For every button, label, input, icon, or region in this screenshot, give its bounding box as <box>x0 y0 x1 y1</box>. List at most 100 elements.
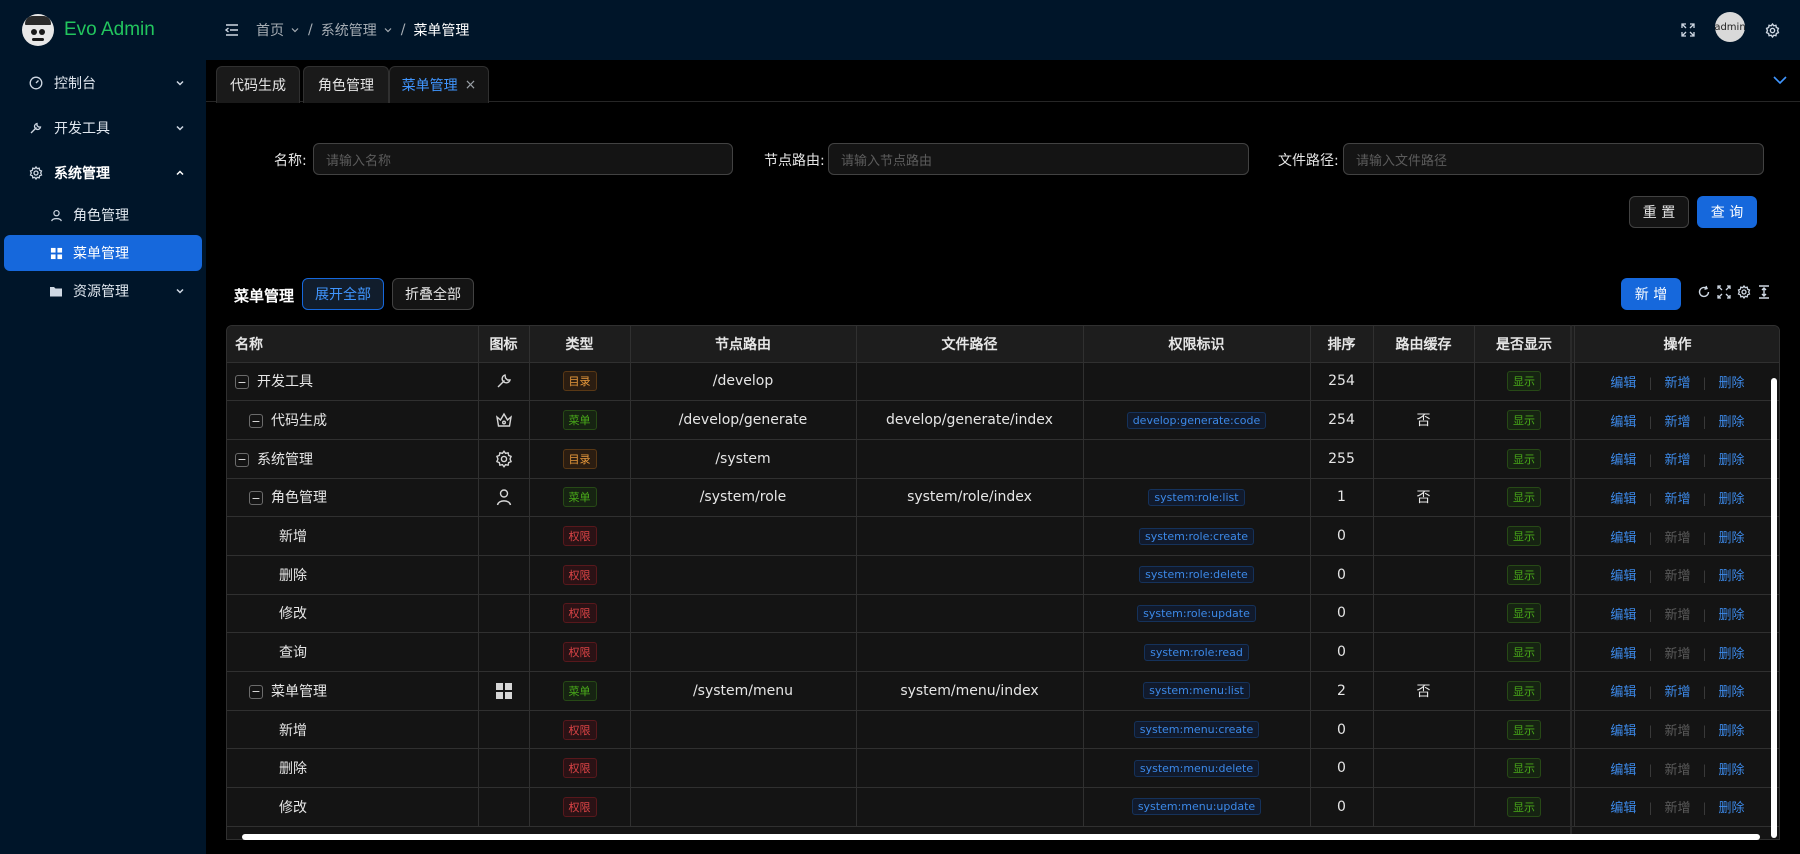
path-input[interactable]: 请输入文件路径 <box>1343 143 1764 175</box>
collapse-toggle[interactable]: − <box>249 491 263 506</box>
add-child-link[interactable]: 新增 <box>1664 724 1690 739</box>
cell-cache: 否 <box>1373 671 1475 711</box>
breadcrumb-home[interactable]: 首页 <box>256 20 284 40</box>
edit-link[interactable]: 编辑 <box>1610 453 1636 468</box>
add-child-link[interactable]: 新增 <box>1664 453 1690 468</box>
delete-link[interactable]: 删除 <box>1719 724 1745 739</box>
delete-link[interactable]: 删除 <box>1719 531 1745 546</box>
folder-icon <box>49 284 63 298</box>
close-icon[interactable]: × <box>465 77 477 93</box>
add-child-link[interactable]: 新增 <box>1664 531 1690 546</box>
add-child-link[interactable]: 新增 <box>1664 415 1690 430</box>
cell-ops: 编辑 | 新增 | 删除 <box>1574 710 1779 750</box>
collapse-all-button[interactable]: 折叠全部 <box>392 278 474 310</box>
delete-link[interactable]: 删除 <box>1719 685 1745 700</box>
settings-icon[interactable] <box>1765 22 1780 38</box>
chevron-down-icon[interactable] <box>290 25 300 35</box>
collapse-toggle[interactable]: − <box>249 414 263 429</box>
sidebar-item-dashboard[interactable]: 控制台 <box>0 60 206 105</box>
gear-icon <box>28 165 44 181</box>
expand-all-button[interactable]: 展开全部 <box>302 278 384 310</box>
delete-link[interactable]: 删除 <box>1719 492 1745 507</box>
add-child-link[interactable]: 新增 <box>1664 376 1690 391</box>
edit-link[interactable]: 编辑 <box>1610 415 1636 430</box>
add-child-link[interactable]: 新增 <box>1664 801 1690 816</box>
add-child-link[interactable]: 新增 <box>1664 763 1690 778</box>
edit-link[interactable]: 编辑 <box>1610 763 1636 778</box>
tab-role[interactable]: 角色管理 <box>303 66 389 103</box>
edit-link[interactable]: 编辑 <box>1610 492 1636 507</box>
logo[interactable]: Evo Admin <box>0 0 206 60</box>
edit-link[interactable]: 编辑 <box>1610 569 1636 584</box>
add-child-link[interactable]: 新增 <box>1664 647 1690 662</box>
name-input[interactable]: 请输入名称 <box>313 143 733 175</box>
edit-link[interactable]: 编辑 <box>1610 647 1636 662</box>
table-row: − 角色管理 菜单/system/role system/role/index syst… <box>227 478 1779 518</box>
route-input[interactable]: 请输入节点路由 <box>828 143 1249 175</box>
menu-fold-icon[interactable] <box>224 22 240 38</box>
sidebar-item-role[interactable]: 角色管理 <box>4 197 202 233</box>
show-tag: 显示 <box>1507 487 1541 508</box>
cell-icon <box>478 710 530 750</box>
delete-link[interactable]: 删除 <box>1719 453 1745 468</box>
delete-link[interactable]: 删除 <box>1719 569 1745 584</box>
horizontal-scrollbar[interactable] <box>242 834 1760 840</box>
cell-name: 修改 <box>227 594 479 634</box>
show-tag: 显示 <box>1507 719 1541 740</box>
delete-link[interactable]: 删除 <box>1719 801 1745 816</box>
sidebar-item-menu[interactable]: 菜单管理 <box>4 235 202 271</box>
cell-route: /develop <box>630 362 857 402</box>
vertical-scrollbar[interactable] <box>1771 378 1777 838</box>
chevron-down-icon[interactable] <box>383 25 393 35</box>
edit-link[interactable]: 编辑 <box>1610 608 1636 623</box>
add-button[interactable]: 新 增 <box>1621 278 1681 310</box>
cell-sort: 254 <box>1310 362 1374 402</box>
cell-sort: 254 <box>1310 400 1374 440</box>
sidebar-item-system[interactable]: 系统管理 <box>0 150 206 195</box>
breadcrumb-system[interactable]: 系统管理 <box>321 20 377 40</box>
edit-link[interactable]: 编辑 <box>1610 801 1636 816</box>
delete-link[interactable]: 删除 <box>1719 376 1745 391</box>
fullscreen-icon[interactable] <box>1681 23 1695 37</box>
menu-name: 新增 <box>279 722 307 739</box>
reload-icon[interactable] <box>1697 285 1711 299</box>
add-child-link[interactable]: 新增 <box>1664 685 1690 700</box>
cell-show: 显示 <box>1474 400 1575 440</box>
collapse-toggle[interactable]: − <box>235 375 249 390</box>
sidebar-item-dev-tools[interactable]: 开发工具 <box>0 105 206 150</box>
type-tag: 权限 <box>562 526 597 547</box>
header-actions: admin <box>1681 12 1780 42</box>
chevron-down-icon[interactable] <box>1772 72 1788 88</box>
delete-link[interactable]: 删除 <box>1719 415 1745 430</box>
collapse-toggle[interactable]: − <box>235 452 249 467</box>
col-cache: 路由缓存 <box>1373 326 1475 363</box>
delete-link[interactable]: 删除 <box>1719 608 1745 623</box>
cell-ops: 编辑 | 新增 | 删除 <box>1574 787 1779 827</box>
reset-button[interactable]: 重 置 <box>1629 196 1689 228</box>
settings-icon[interactable] <box>1737 285 1751 299</box>
avatar[interactable]: admin <box>1714 12 1746 42</box>
delete-link[interactable]: 删除 <box>1719 763 1745 778</box>
add-child-link[interactable]: 新增 <box>1664 569 1690 584</box>
edit-link[interactable]: 编辑 <box>1610 376 1636 391</box>
query-button[interactable]: 查 询 <box>1697 196 1757 228</box>
add-child-link[interactable]: 新增 <box>1664 492 1690 507</box>
route-label: 节点路由: <box>764 153 825 169</box>
fullscreen-icon[interactable] <box>1717 285 1731 299</box>
add-child-link[interactable]: 新增 <box>1664 608 1690 623</box>
type-tag: 权限 <box>562 758 597 779</box>
collapse-toggle[interactable]: − <box>249 684 263 699</box>
sidebar-item-resource[interactable]: 资源管理 <box>4 273 202 309</box>
delete-link[interactable]: 删除 <box>1719 647 1745 662</box>
cell-ops: 编辑 | 新增 | 删除 <box>1574 671 1779 711</box>
crown-icon <box>495 411 513 429</box>
edit-link[interactable]: 编辑 <box>1610 724 1636 739</box>
edit-link[interactable]: 编辑 <box>1610 531 1636 546</box>
column-height-icon[interactable] <box>1757 285 1771 299</box>
tab-code-generate[interactable]: 代码生成 <box>216 66 300 103</box>
permission-tag: system:role:list <box>1148 488 1245 506</box>
tab-menu[interactable]: 菜单管理 × <box>389 66 489 103</box>
edit-link[interactable]: 编辑 <box>1610 685 1636 700</box>
cell-name: − 菜单管理 <box>227 671 479 711</box>
type-tag: 权限 <box>562 642 597 663</box>
